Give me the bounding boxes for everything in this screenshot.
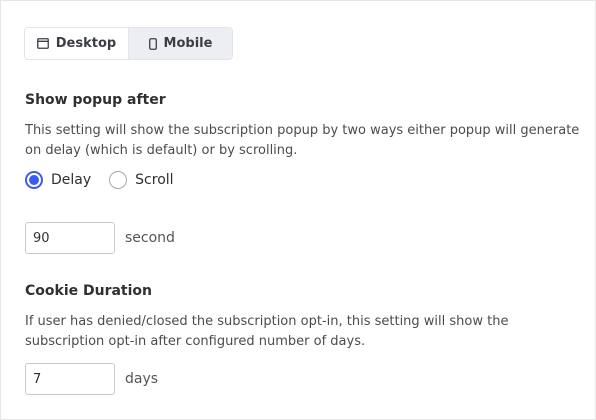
radio-delay-indicator[interactable] (25, 171, 43, 189)
settings-panel: Desktop Mobile Show popup after This set… (0, 0, 596, 420)
delay-seconds-input[interactable] (25, 222, 115, 254)
radio-delay[interactable]: Delay (25, 171, 91, 189)
desktop-window-icon (36, 38, 49, 49)
delay-unit-label: second (125, 230, 175, 246)
popup-description: This setting will show the subscription … (25, 123, 580, 158)
cookie-description: If user has denied/closed the subscripti… (25, 314, 509, 349)
tab-mobile[interactable]: Mobile (129, 28, 232, 59)
cookie-days-unit-label: days (125, 371, 159, 387)
cookie-heading: Cookie Duration (25, 283, 153, 299)
cookie-days-input[interactable] (25, 363, 115, 395)
popup-trigger-radio-group: Delay Scroll (25, 171, 174, 189)
radio-delay-label: Delay (51, 172, 92, 188)
radio-scroll[interactable]: Scroll (109, 171, 174, 189)
tab-desktop[interactable]: Desktop (25, 28, 129, 59)
popup-heading: Show popup after (25, 92, 166, 108)
tab-desktop-label: Desktop (55, 36, 117, 51)
mobile-phone-icon (148, 37, 157, 50)
radio-scroll-indicator[interactable] (109, 171, 128, 189)
radio-scroll-label: Scroll (135, 172, 174, 188)
tab-mobile-label: Mobile (163, 36, 213, 51)
device-tabs: Desktop Mobile (24, 27, 233, 60)
